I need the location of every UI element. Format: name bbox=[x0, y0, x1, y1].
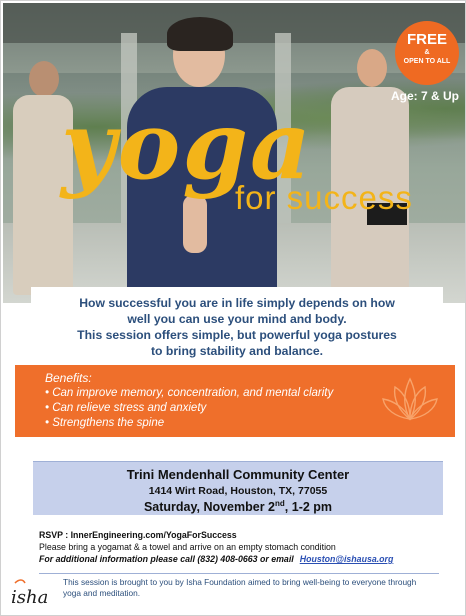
footer-text: This session is brought to you by Isha F… bbox=[63, 577, 417, 598]
isha-logo: isha bbox=[9, 577, 48, 613]
venue-box: Trini Mendenhall Community Center 1414 W… bbox=[33, 461, 443, 515]
svg-text:isha: isha bbox=[11, 587, 47, 608]
age-label: Age: 7 & Up bbox=[391, 89, 460, 103]
event-time: , 1-2 pm bbox=[284, 500, 333, 515]
contact-email-link[interactable]: Houston@ishausa.org bbox=[300, 554, 394, 564]
rsvp-instructions: Please bring a yogamat & a towel and arr… bbox=[39, 542, 336, 552]
divider bbox=[39, 573, 439, 574]
benefits-banner: Benefits: • Can improve memory, concentr… bbox=[15, 365, 455, 437]
event-date: Saturday, November 2nd, 1-2 pm bbox=[33, 499, 443, 514]
intro-line: How successful you are in life simply de… bbox=[79, 296, 395, 310]
hero-photo: yoga for success FREE & OPEN TO ALL Age:… bbox=[3, 3, 465, 303]
event-date-suffix: nd bbox=[275, 499, 285, 508]
rsvp-link[interactable]: RSVP : InnerEngineering.com/YogaForSucce… bbox=[39, 529, 449, 541]
event-date-day: Saturday, November 2 bbox=[143, 500, 276, 515]
rsvp-info: RSVP : InnerEngineering.com/YogaForSucce… bbox=[39, 529, 449, 565]
free-label: FREE bbox=[406, 31, 447, 48]
venue-name: Trini Mendenhall Community Center bbox=[126, 467, 350, 482]
intro-text: How successful you are in life simply de… bbox=[31, 287, 443, 369]
open-to-all-label: OPEN TO ALL bbox=[403, 58, 451, 65]
person-right bbox=[321, 43, 417, 303]
intro-line: to bring stability and balance. bbox=[150, 344, 323, 358]
contact-line: For additional information please call (… bbox=[39, 553, 449, 565]
badge-ampersand: & bbox=[424, 49, 430, 56]
venue-address: 1414 Wirt Road, Houston, TX, 77055 bbox=[148, 485, 328, 497]
lotus-icon bbox=[382, 377, 438, 421]
intro-line: This session offers simple, but powerful… bbox=[77, 328, 397, 342]
contact-text: For additional information please call (… bbox=[39, 554, 294, 564]
for-success-subtitle: for success bbox=[235, 179, 413, 216]
free-badge: FREE & OPEN TO ALL bbox=[395, 21, 459, 85]
intro-line: well you can use your mind and body. bbox=[127, 312, 347, 326]
yoga-flyer: yoga for success FREE & OPEN TO ALL Age:… bbox=[0, 0, 466, 616]
